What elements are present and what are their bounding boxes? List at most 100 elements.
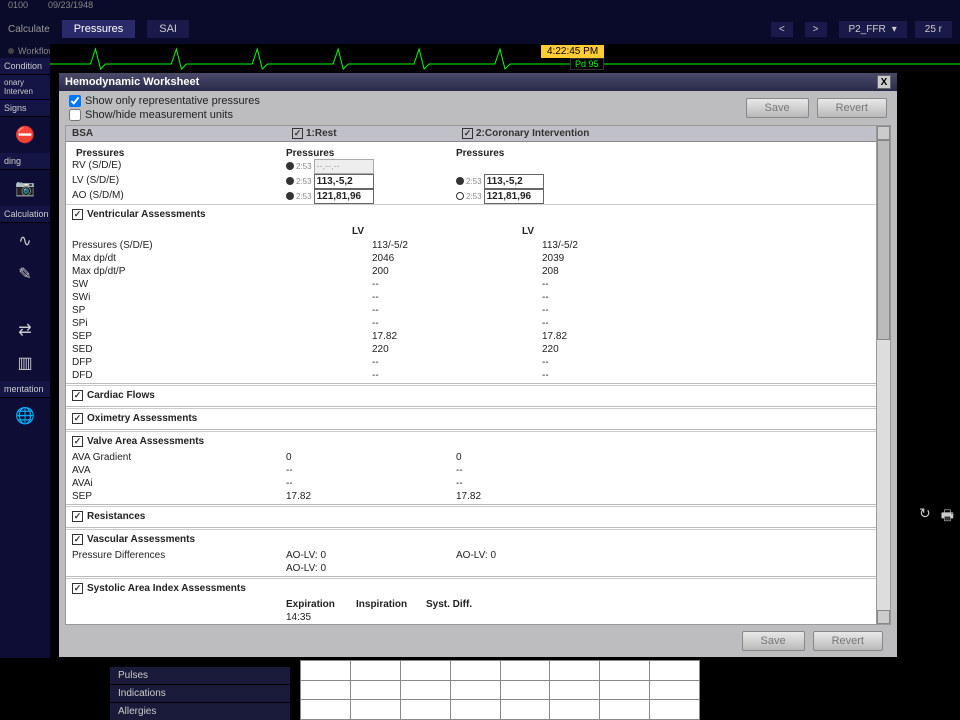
- table-row-label: SW: [72, 278, 372, 291]
- save-button-bottom[interactable]: Save: [742, 631, 805, 651]
- valve-header: Valve Area Assessments: [87, 436, 204, 447]
- col-rest[interactable]: ✓1:Rest: [286, 126, 456, 141]
- chk-sai[interactable]: [72, 583, 83, 594]
- section-calculation[interactable]: Calculation: [0, 206, 50, 223]
- table-cell: 113/-5/2: [542, 239, 712, 252]
- speed-combo[interactable]: 25 r: [915, 21, 952, 38]
- nav-next-button[interactable]: >: [805, 22, 827, 37]
- table-row-label: SEP: [72, 330, 372, 343]
- chk-cardiac-flows[interactable]: [72, 390, 83, 401]
- birthday: 09/23/1948: [48, 0, 93, 14]
- pressure-diff-label: Pressure Differences: [72, 549, 286, 562]
- sai-time: 14:35: [286, 611, 356, 624]
- chk-oximetry[interactable]: [72, 413, 83, 424]
- scroll-down-icon[interactable]: ▾: [877, 610, 890, 624]
- table-cell: 208: [542, 265, 712, 278]
- radio-icon[interactable]: [286, 177, 294, 185]
- table-cell: 0: [426, 624, 496, 625]
- table-row-label: Pressures (S/D/E): [72, 239, 372, 252]
- table-row-label: RV (S/D/E): [72, 624, 286, 625]
- scrollbar[interactable]: ▴ ▾: [876, 126, 890, 624]
- row-rv: RV (S/D/E): [72, 159, 286, 174]
- table-row-label: AVAi: [72, 477, 286, 490]
- resistances-header: Resistances: [87, 511, 145, 522]
- dialog-title-text: Hemodynamic Worksheet: [65, 76, 199, 88]
- section-mentation[interactable]: mentation: [0, 381, 50, 398]
- table-row-label: SPi: [72, 317, 372, 330]
- table-cell: --: [372, 317, 542, 330]
- printer-icon[interactable]: 🖶: [941, 505, 954, 529]
- chart-icon[interactable]: ▥: [5, 348, 45, 378]
- table-cell: 200: [372, 265, 542, 278]
- time-badge: 4:22:45 PM: [540, 44, 605, 59]
- table-cell: --: [456, 464, 626, 477]
- chk-resistances[interactable]: [72, 511, 83, 522]
- close-button[interactable]: X: [877, 75, 891, 89]
- pd-rest-1: AO-LV: 0: [286, 549, 456, 562]
- lv-ci-value[interactable]: 113,-5,2: [484, 174, 544, 189]
- tab-sai[interactable]: SAI: [147, 20, 189, 38]
- table-row-label: SWi: [72, 291, 372, 304]
- waveform-area: [50, 44, 960, 74]
- save-button-top[interactable]: Save: [746, 98, 809, 118]
- tab-allergies[interactable]: Allergies: [110, 702, 290, 720]
- chk-valve[interactable]: [72, 436, 83, 447]
- wave-icon[interactable]: ∿: [5, 226, 45, 256]
- table-cell: --: [372, 356, 542, 369]
- sai-col-diff: Syst. Diff.: [426, 598, 496, 611]
- table-cell: --: [286, 464, 456, 477]
- chk-vascular[interactable]: [72, 534, 83, 545]
- globe-icon[interactable]: 🌐: [5, 401, 45, 431]
- col-bsa: BSA: [66, 126, 286, 141]
- tab-indications[interactable]: Indications: [110, 684, 290, 702]
- column-header-row: BSA ✓1:Rest ✓2:Coronary Intervention: [66, 126, 890, 142]
- table-cell: 112/26/2: [286, 624, 356, 625]
- radio-icon[interactable]: [456, 177, 464, 185]
- tab-pulses[interactable]: Pulses: [110, 666, 290, 684]
- rv-rest-value[interactable]: --,--,--: [314, 159, 374, 174]
- stop-icon[interactable]: ⛔: [5, 120, 45, 150]
- table-cell: --: [542, 291, 712, 304]
- radio-icon[interactable]: [286, 192, 294, 200]
- chk-ventricular[interactable]: [72, 209, 83, 220]
- table-cell: 17.82: [372, 330, 542, 343]
- revert-button-top[interactable]: Revert: [817, 98, 887, 118]
- section-signs[interactable]: Signs: [0, 100, 50, 117]
- ao-rest-value[interactable]: 121,81,96: [314, 189, 374, 204]
- table-cell: --: [542, 317, 712, 330]
- ao-ci-value[interactable]: 121,81,96: [484, 189, 544, 204]
- table-cell: --: [286, 477, 456, 490]
- pressures-header: Pressures: [76, 148, 124, 159]
- col-coronary[interactable]: ✓2:Coronary Intervention: [456, 126, 626, 141]
- scroll-up-icon[interactable]: ▴: [877, 126, 890, 140]
- lv-rest-value[interactable]: 113,-5,2: [314, 174, 374, 189]
- chk-representative[interactable]: Show only representative pressures: [69, 95, 260, 107]
- radio-icon[interactable]: [286, 162, 294, 170]
- refresh-icon[interactable]: ↻: [919, 505, 931, 529]
- preset-combo[interactable]: P2_FFR▾: [839, 21, 907, 38]
- lv-col1: LV: [352, 226, 522, 237]
- scroll-thumb[interactable]: [877, 140, 890, 340]
- table-row-label: DFD: [72, 369, 372, 382]
- table-cell: --: [456, 477, 626, 490]
- chk-units[interactable]: Show/hide measurement units: [69, 109, 260, 121]
- table-row-label: AVA Gradient: [72, 451, 286, 464]
- table-cell: 2046: [372, 252, 542, 265]
- nav-prev-button[interactable]: <: [771, 22, 793, 37]
- vascular-header: Vascular Assessments: [87, 534, 195, 545]
- table-cell: 112/4/2: [356, 624, 426, 625]
- pd-ci-1: AO-LV: 0: [456, 549, 626, 562]
- table-cell: 17.82: [286, 490, 456, 503]
- arrow-icon[interactable]: ⇄: [5, 315, 45, 345]
- pencil-icon[interactable]: ✎: [5, 259, 45, 289]
- section-intervention[interactable]: onary Interven: [0, 75, 50, 100]
- camera-icon[interactable]: 📷: [5, 173, 45, 203]
- section-ding[interactable]: ding: [0, 153, 50, 170]
- radio-icon[interactable]: [456, 192, 464, 200]
- revert-button-bottom[interactable]: Revert: [813, 631, 883, 651]
- tab-pressures[interactable]: Pressures: [62, 20, 136, 38]
- table-cell: 220: [542, 343, 712, 356]
- table-cell: 113/-5/2: [372, 239, 542, 252]
- patient-id: 0100: [8, 0, 28, 14]
- section-condition[interactable]: Condition: [0, 58, 50, 75]
